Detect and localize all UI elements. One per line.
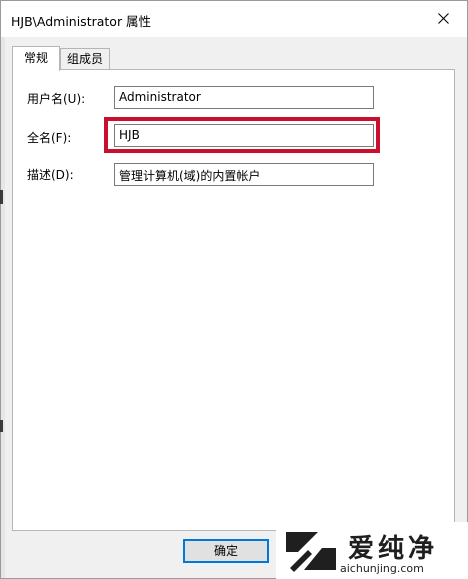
background-window-edge [0,190,3,204]
background-window-edge [0,420,3,432]
ok-button[interactable]: 确定 [183,539,269,563]
title-bar[interactable]: HJB\Administrator 属性 [1,1,467,37]
properties-dialog: HJB\Administrator 属性 常规 组成员 用户名(U): Admi… [0,0,468,579]
watermark-text: 爱纯净 [348,534,439,564]
tab-general[interactable]: 常规 [12,46,60,71]
watermark-url: aichunjing.com [340,562,424,575]
tab-member-of[interactable]: 组成员 [60,48,110,70]
watermark: 爱纯净 aichunjing.com [276,522,468,579]
description-label: 描述(D): [27,168,74,182]
aichunjing-logo-icon [286,532,336,572]
fullname-label: 全名(F): [27,131,72,145]
username-label: 用户名(U): [27,92,86,106]
close-icon [438,13,449,24]
close-button[interactable] [421,1,467,37]
highlight-box [104,117,380,153]
username-field[interactable]: Administrator [114,86,374,109]
description-field[interactable]: 管理计算机(域)的内置帐户 [114,163,374,186]
window-edge [1,37,5,578]
dialog-title: HJB\Administrator 属性 [11,14,152,29]
